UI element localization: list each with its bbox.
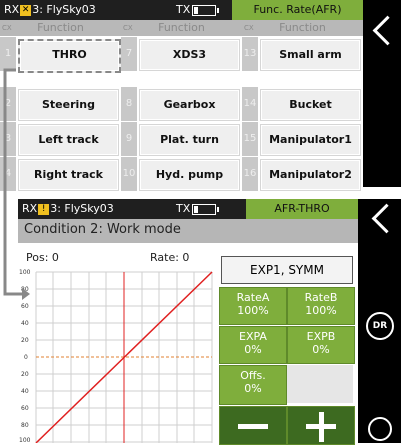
function-cell-thro[interactable]: THRO: [18, 39, 121, 73]
exp-a-box[interactable]: EXPA 0%: [219, 326, 287, 364]
rx-label: RX: [4, 3, 20, 16]
top-page-title: Func. Rate(AFR): [232, 0, 363, 20]
tx-label: TX: [176, 3, 191, 16]
function-header-col3: CX Function: [242, 20, 363, 36]
y-tick: 100: [19, 437, 31, 443]
y-tick: 20: [21, 371, 29, 378]
model-name: FlySky03: [46, 3, 96, 16]
channel-number: 13: [242, 37, 258, 71]
bottom-rx-indicator: RX! 3: FlySky03: [22, 202, 114, 215]
function-row-3: 3 Left track 9 Plat. turn 15 Manipulator…: [0, 122, 363, 156]
plus-button[interactable]: [287, 406, 355, 445]
exp-b-box[interactable]: EXPB 0%: [287, 326, 355, 364]
function-header-col1: CX Function: [0, 20, 121, 36]
exp-a-label: EXPA: [239, 330, 267, 343]
exp-b-value: 0%: [312, 343, 330, 356]
dr-button[interactable]: DR: [366, 312, 394, 340]
rate-b-value: 100%: [305, 304, 337, 317]
function-cell-hyd-pump[interactable]: Hyd. pump: [139, 159, 240, 191]
rate-a-value: 100%: [237, 304, 269, 317]
function-cell-plat-turn[interactable]: Plat. turn: [139, 124, 240, 156]
y-tick: 80: [21, 422, 29, 429]
function-header-label: Function: [158, 21, 205, 34]
channel-number: 10: [121, 157, 137, 191]
bottom-tx-indicator: TX: [176, 202, 220, 215]
bottom-status-bar: RX! 3: FlySky03 TX: [18, 199, 246, 219]
tx-battery-icon: [192, 203, 220, 215]
function-cell-bucket[interactable]: Bucket: [260, 89, 361, 121]
y-tick: 60: [21, 405, 29, 412]
function-row-4: 4 Right track 10 Hyd. pump 16 Manipulato…: [0, 157, 363, 191]
function-header-label: Function: [37, 21, 84, 34]
exp-a-value: 0%: [244, 343, 262, 356]
y-tick: 0: [24, 354, 28, 361]
bottom-back-strip: DR: [358, 199, 401, 443]
function-row-2: 2 Steering 8 Gearbox 14 Bucket: [0, 87, 363, 121]
condition-label: Condition 2: Work mode: [18, 219, 358, 243]
rx-warning-icon: ✕: [20, 4, 32, 16]
function-cell-small-arm[interactable]: Small arm: [260, 39, 361, 71]
rate-a-box[interactable]: RateA 100%: [219, 287, 287, 325]
model-name: FlySky03: [64, 202, 114, 215]
tx-battery-icon: [192, 4, 220, 16]
top-rx-indicator: RX ✕ 3: FlySky03: [4, 3, 96, 16]
function-cell-steering[interactable]: Steering: [18, 89, 119, 121]
y-tick: 20: [21, 337, 29, 344]
offset-label: Offs.: [240, 369, 266, 382]
empty-panel-cell: [287, 365, 353, 403]
callout-connector: [3, 68, 30, 300]
curve-graph[interactable]: 100 80 60 40 20 0 20 40 60 80 100: [18, 265, 215, 443]
bottom-page-title: AFR-THRO: [246, 199, 358, 219]
cx-label: CX: [2, 24, 12, 32]
back-chevron-icon[interactable]: [372, 15, 401, 46]
y-tick: 60: [21, 303, 29, 310]
rx-warning-icon: !: [38, 203, 50, 215]
channel-number: 9: [121, 122, 137, 156]
y-tick: 40: [21, 320, 29, 327]
rate-b-box[interactable]: RateB 100%: [287, 287, 355, 325]
channel-number: 7: [121, 37, 137, 71]
rate-a-label: RateA: [236, 291, 270, 304]
channel-number: 8: [121, 87, 137, 121]
top-back-strip: [363, 0, 401, 187]
exp-mode-button[interactable]: EXP1, SYMM: [221, 256, 353, 284]
channel-number: 16: [242, 157, 258, 191]
minus-button[interactable]: [219, 406, 287, 445]
rate-readout: Rate: 0: [150, 251, 190, 264]
function-cell-xds3[interactable]: XDS3: [139, 39, 240, 71]
cx-label: CX: [244, 24, 254, 32]
channel-number: 14: [242, 87, 258, 121]
function-cell-left-track[interactable]: Left track: [18, 124, 119, 156]
offset-box[interactable]: Offs. 0%: [219, 365, 287, 405]
plus-icon-vertical: [319, 412, 324, 442]
model-number: 3: [50, 202, 58, 215]
function-cell-manipulator1[interactable]: Manipulator1: [260, 124, 361, 156]
exp-b-label: EXPB: [306, 330, 336, 343]
rate-b-label: RateB: [304, 291, 338, 304]
back-chevron-icon[interactable]: [371, 203, 401, 234]
tx-label: TX: [176, 202, 191, 215]
refresh-icon[interactable]: [368, 417, 392, 441]
pos-readout: Pos: 0: [26, 251, 59, 264]
channel-number: 15: [242, 122, 258, 156]
y-tick: 40: [21, 388, 29, 395]
cx-label: CX: [123, 24, 133, 32]
top-tx-indicator: TX: [176, 3, 220, 16]
offset-value: 0%: [244, 382, 262, 395]
top-status-bar: RX ✕ 3: FlySky03 TX: [0, 0, 232, 20]
model-number: 3: [32, 3, 40, 16]
minus-icon: [238, 424, 268, 429]
function-header-label: Function: [279, 21, 326, 34]
function-header-col2: CX Function: [121, 20, 242, 36]
function-cell-right-track[interactable]: Right track: [18, 159, 119, 191]
function-cell-gearbox[interactable]: Gearbox: [139, 89, 240, 121]
function-row-1: 1 THRO 7 XDS3 13 Small arm: [0, 37, 363, 73]
function-cell-manipulator2[interactable]: Manipulator2: [260, 159, 361, 191]
